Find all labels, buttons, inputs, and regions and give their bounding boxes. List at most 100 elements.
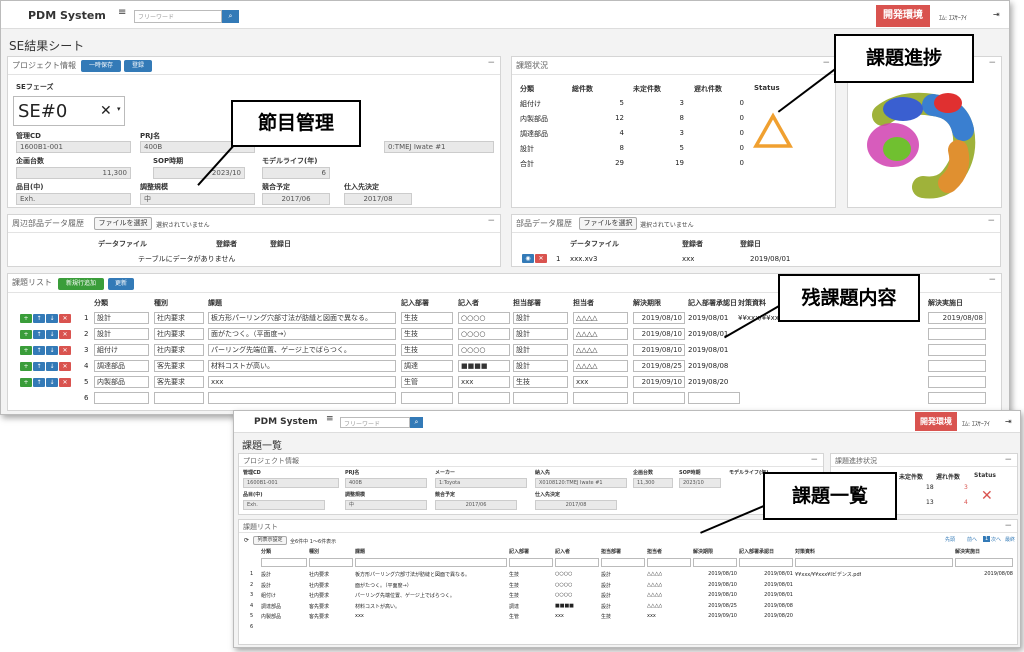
shubetsu-input[interactable]: 社内要求 xyxy=(154,328,204,340)
minimize-icon[interactable]: − xyxy=(822,58,830,68)
tanto-input[interactable] xyxy=(573,392,628,404)
file-select-button[interactable]: ファイルを選択 xyxy=(94,217,152,230)
minimize-icon[interactable]: − xyxy=(1004,455,1012,465)
tanto-input[interactable]: xxx xyxy=(573,376,628,388)
move-up-icon[interactable]: ↑ xyxy=(33,378,45,387)
tanto-busho-input[interactable]: 設計 xyxy=(513,328,568,340)
jisshi-input[interactable] xyxy=(928,360,986,372)
kinyu-busho-input[interactable]: 生技 xyxy=(401,328,453,340)
shubetsu-input[interactable] xyxy=(154,392,204,404)
add-row-icon[interactable]: + xyxy=(20,314,32,323)
kinyu-busho-input[interactable]: 調達 xyxy=(401,360,453,372)
column-filter-input[interactable] xyxy=(355,558,507,567)
kinyu-busho-input[interactable]: 生管 xyxy=(401,376,453,388)
shubetsu-input[interactable]: 客先要求 xyxy=(154,376,204,388)
kinyusha-input[interactable]: ○○○○ xyxy=(458,344,510,356)
kadai-input[interactable]: xxx xyxy=(208,376,396,388)
kigen-input[interactable]: 2019/09/10 xyxy=(633,376,685,388)
data-file-link[interactable]: xxx.xv3 xyxy=(570,255,597,263)
logout-icon[interactable]: ⇥ xyxy=(1005,417,1012,426)
bunrui-input[interactable]: 設計 xyxy=(94,328,149,340)
column-filter-input[interactable] xyxy=(647,558,691,567)
jisshi-input[interactable] xyxy=(928,392,986,404)
kinyusha-input[interactable]: xxx xyxy=(458,376,510,388)
add-row-icon[interactable]: + xyxy=(20,362,32,371)
move-down-icon[interactable]: ↓ xyxy=(46,330,58,339)
minimize-icon[interactable]: − xyxy=(988,275,996,285)
kinyusha-input[interactable]: ○○○○ xyxy=(458,312,510,324)
move-down-icon[interactable]: ↓ xyxy=(46,346,58,355)
logout-icon[interactable]: ⇥ xyxy=(993,10,1000,19)
clear-icon[interactable]: ✕ xyxy=(100,103,112,119)
tanto-busho-input[interactable]: 設計 xyxy=(513,312,568,324)
search-input[interactable]: フリーワード xyxy=(134,10,222,23)
kinyusha-input[interactable]: ○○○○ xyxy=(458,328,510,340)
tanto-busho-input[interactable]: 設計 xyxy=(513,360,568,372)
add-row-button[interactable]: 新規行追加 xyxy=(58,278,104,290)
jisshi-input[interactable] xyxy=(928,376,986,388)
file-select-button[interactable]: ファイルを選択 xyxy=(579,217,637,230)
bunrui-input[interactable]: 調達部品 xyxy=(94,360,149,372)
column-filter-input[interactable] xyxy=(739,558,793,567)
kigen-input[interactable]: 2019/08/10 xyxy=(633,312,685,324)
shubetsu-input[interactable]: 社内要求 xyxy=(154,344,204,356)
delete-icon[interactable]: ✕ xyxy=(59,378,71,387)
jisshi-input[interactable] xyxy=(928,328,986,340)
pager-link[interactable]: 先頭 xyxy=(945,536,955,543)
move-down-icon[interactable]: ↓ xyxy=(46,362,58,371)
refresh-button[interactable]: 更新 xyxy=(108,278,134,290)
add-row-icon[interactable]: + xyxy=(20,378,32,387)
se-phase-select[interactable]: SE#0 ✕ ▾ xyxy=(13,96,125,126)
move-down-icon[interactable]: ↓ xyxy=(46,314,58,323)
move-up-icon[interactable]: ↑ xyxy=(33,314,45,323)
minimize-icon[interactable]: − xyxy=(810,455,818,465)
pager-current-page[interactable]: 1 xyxy=(983,536,991,542)
delete-icon[interactable]: ✕ xyxy=(59,362,71,371)
hamburger-icon[interactable]: ≡ xyxy=(118,7,126,18)
kadai-input[interactable]: 板方形パーリング穴部寸法が肪縫と図面で異なる。 xyxy=(208,312,396,324)
tanto-busho-input[interactable]: 設計 xyxy=(513,344,568,356)
kinyusha-input[interactable]: ■■■■ xyxy=(458,360,510,372)
kadai-input[interactable]: 材料コストが高い。 xyxy=(208,360,396,372)
bunrui-input[interactable]: 設計 xyxy=(94,312,149,324)
register-button[interactable]: 登録 xyxy=(124,60,152,72)
tanto-input[interactable]: △△△△ xyxy=(573,312,628,324)
kigen-input[interactable]: 2019/08/25 xyxy=(633,360,685,372)
kigen-input[interactable]: 2019/08/10 xyxy=(633,344,685,356)
kadai-input[interactable]: 面がたつく。（平面度→） xyxy=(208,328,396,340)
column-filter-input[interactable] xyxy=(309,558,353,567)
kinyu-busho-input[interactable]: 生技 xyxy=(401,312,453,324)
pager-link[interactable]: 前へ xyxy=(967,536,977,543)
minimize-icon[interactable]: − xyxy=(487,216,495,226)
move-down-icon[interactable]: ↓ xyxy=(46,378,58,387)
column-setting-button[interactable]: 列表示設定 xyxy=(253,536,287,545)
delete-icon[interactable]: ✕ xyxy=(59,330,71,339)
add-row-icon[interactable]: + xyxy=(20,330,32,339)
tanto-input[interactable]: △△△△ xyxy=(573,360,628,372)
hamburger-icon[interactable]: ≡ xyxy=(326,414,334,424)
delete-icon[interactable]: ✕ xyxy=(59,314,71,323)
tanto-input[interactable]: △△△△ xyxy=(573,328,628,340)
bunrui-input[interactable]: 組付け xyxy=(94,344,149,356)
tanto-busho-input[interactable] xyxy=(513,392,568,404)
shubetsu-input[interactable]: 社内要求 xyxy=(154,312,204,324)
minimize-icon[interactable]: − xyxy=(487,58,495,68)
view-icon[interactable]: ◉ xyxy=(522,254,534,263)
move-up-icon[interactable]: ↑ xyxy=(33,346,45,355)
bunrui-input[interactable]: 内製部品 xyxy=(94,376,149,388)
pager-link[interactable]: 最終 xyxy=(1005,536,1015,543)
search-button[interactable]: ⌕ xyxy=(410,417,423,428)
move-up-icon[interactable]: ↑ xyxy=(33,330,45,339)
minimize-icon[interactable]: − xyxy=(987,216,995,226)
column-filter-input[interactable] xyxy=(795,558,953,567)
search-button[interactable]: ⌕ xyxy=(222,10,239,23)
shonin-input[interactable] xyxy=(688,392,740,404)
delete-icon[interactable]: ✕ xyxy=(59,346,71,355)
column-filter-input[interactable] xyxy=(693,558,737,567)
move-up-icon[interactable]: ↑ xyxy=(33,362,45,371)
kigen-input[interactable]: 2019/08/10 xyxy=(633,328,685,340)
tanto-input[interactable]: △△△△ xyxy=(573,344,628,356)
column-filter-input[interactable] xyxy=(261,558,307,567)
temp-save-button[interactable]: 一時保存 xyxy=(81,60,121,72)
tanto-busho-input[interactable]: 生技 xyxy=(513,376,568,388)
